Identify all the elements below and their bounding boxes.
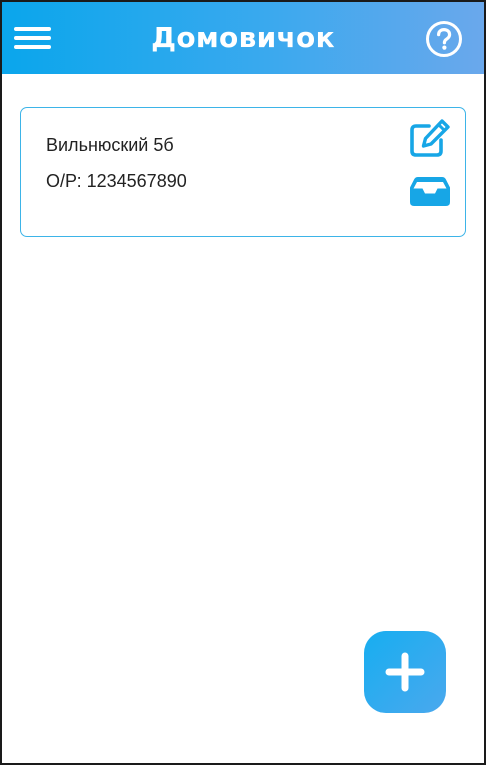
app-header: Домовичок	[2, 2, 484, 74]
property-card[interactable]: Вильнюский 5б О/Р: 1234567890	[20, 107, 466, 237]
app-title: Домовичок	[151, 21, 335, 54]
app-screen: Домовичок Вильнюский 5б О/Р: 1234567890	[0, 0, 486, 765]
hamburger-menu-icon	[14, 27, 51, 31]
plus-icon	[385, 652, 425, 692]
inbox-icon	[410, 177, 450, 206]
property-address: Вильнюский 5б	[46, 135, 174, 155]
question-circle-icon	[426, 21, 462, 57]
inbox-button[interactable]	[408, 174, 452, 208]
edit-icon	[410, 119, 450, 157]
menu-button[interactable]	[12, 20, 54, 56]
hamburger-menu-icon-line	[14, 45, 51, 49]
help-button[interactable]	[425, 20, 463, 58]
hamburger-menu-icon-line	[14, 36, 51, 40]
property-account-number: О/Р: 1234567890	[46, 171, 187, 191]
add-property-button[interactable]	[364, 631, 446, 713]
edit-button[interactable]	[408, 119, 452, 159]
